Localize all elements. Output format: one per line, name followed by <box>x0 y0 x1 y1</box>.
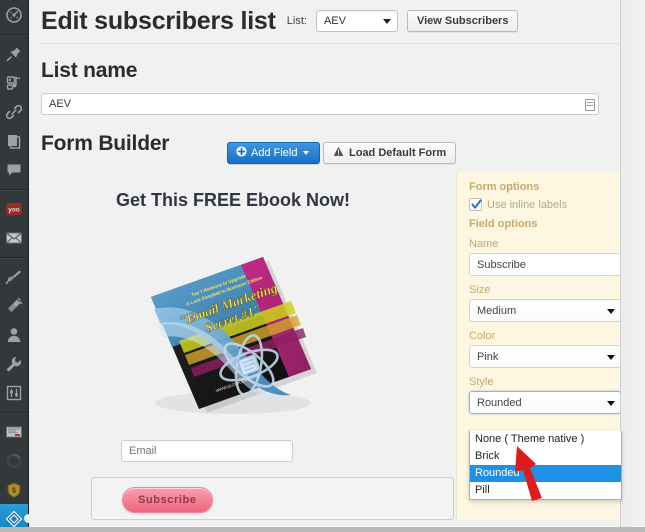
style-select-wrap: Rounded <box>469 391 621 414</box>
style-select[interactable]: Rounded <box>469 391 621 414</box>
inline-labels-row[interactable]: Use inline labels <box>469 198 621 211</box>
diamond-icon <box>5 510 23 528</box>
sidebar-item-loading[interactable] <box>0 446 28 475</box>
sidebar-separator-2 <box>0 184 28 194</box>
sidebar-item-shield[interactable]: $ <box>0 475 28 504</box>
sidebar-separator-3 <box>0 252 28 262</box>
size-select[interactable]: Medium <box>469 299 621 322</box>
sidebar-item-posts[interactable] <box>0 39 28 68</box>
sidebar-item-yoo[interactable]: yoo <box>0 194 28 223</box>
resize-grip-icon[interactable] <box>585 99 595 111</box>
spinner-icon <box>5 452 23 470</box>
sidebar-separator-4 <box>0 407 28 417</box>
field-options-title: Field options <box>469 218 538 230</box>
list-name-input[interactable] <box>41 93 599 115</box>
page-header: Edit subscribers list List: AEV View Sub… <box>41 6 519 36</box>
sidebar-item-comments[interactable] <box>0 155 28 184</box>
link-icon <box>5 103 23 121</box>
name-label: Name <box>469 238 499 250</box>
shield-icon: $ <box>5 481 23 499</box>
form-builder-heading: Form Builder <box>41 132 170 155</box>
subscribe-button[interactable]: Subscribe <box>122 487 213 513</box>
sidebar-item-users[interactable] <box>0 320 28 349</box>
sidebar-item-dashboard[interactable] <box>0 0 28 29</box>
list-name-heading: List name <box>41 59 138 82</box>
sidebar-item-appearance[interactable] <box>0 262 28 291</box>
add-field-label: Add Field <box>251 147 298 159</box>
size-select-wrap: Medium <box>469 299 621 322</box>
svg-text:$: $ <box>12 487 16 494</box>
header-divider <box>41 43 621 44</box>
field-name-input[interactable] <box>469 253 621 276</box>
view-subscribers-button[interactable]: View Subscribers <box>406 10 519 32</box>
list-select[interactable]: AEV <box>315 10 398 32</box>
subscribe-field-container[interactable]: Subscribe <box>91 477 454 520</box>
size-label: Size <box>469 284 491 296</box>
warning-triangle-icon <box>333 146 344 160</box>
paintbrush-icon <box>5 268 23 286</box>
inline-labels-label: Use inline labels <box>487 198 568 211</box>
sidebar-item-media[interactable] <box>0 68 28 97</box>
color-select[interactable]: Pink <box>469 345 621 368</box>
pages-icon <box>5 132 23 150</box>
envelope-icon <box>5 229 23 247</box>
chevron-down-icon <box>607 308 615 314</box>
style-option-none[interactable]: None ( Theme native ) <box>470 431 621 448</box>
sidebar-item-plugins[interactable] <box>0 291 28 320</box>
sidebar-item-pages[interactable] <box>0 126 28 155</box>
email-input[interactable] <box>121 440 293 462</box>
load-default-form-button[interactable]: Load Default Form <box>323 142 457 164</box>
color-label: Color <box>469 330 496 342</box>
chevron-down-icon <box>607 400 615 406</box>
media-icon <box>5 74 23 92</box>
form-preview: Get This FREE Ebook Now! Top 7 Reasons t… <box>41 172 456 520</box>
comment-icon <box>5 161 23 179</box>
pin-icon <box>5 45 23 63</box>
browser-viewport: yoo $ Edit subscribers list List: AEV Vi… <box>0 0 645 532</box>
window-bottom-edge <box>0 527 645 532</box>
wp-admin-sidebar: yoo $ <box>0 0 33 532</box>
add-field-button[interactable]: Add Field <box>227 142 321 164</box>
yoo-icon: yoo <box>5 200 23 218</box>
svg-text:yoo: yoo <box>8 206 20 213</box>
style-option-pill[interactable]: Pill <box>470 482 621 499</box>
style-option-rounded[interactable]: Rounded <box>470 465 621 482</box>
chevron-down-icon <box>607 354 615 360</box>
admin-content-area: Edit subscribers list List: AEV View Sub… <box>29 0 633 532</box>
plus-circle-icon <box>236 146 247 160</box>
wrench-icon <box>5 355 23 373</box>
banner-icon <box>5 423 23 441</box>
dashboard-icon <box>5 6 23 24</box>
caret-down-icon <box>303 151 310 155</box>
style-dropdown-list[interactable]: None ( Theme native ) Brick Rounded Pill <box>469 431 622 500</box>
inline-labels-checkbox[interactable] <box>469 198 482 211</box>
style-label: Style <box>469 376 494 388</box>
form-options-panel: Form options Use inline labels Field opt… <box>456 172 633 520</box>
sidebar-item-tools[interactable] <box>0 349 28 378</box>
load-default-form-label: Load Default Form <box>349 147 447 159</box>
sliders-icon <box>5 384 23 402</box>
page-title: Edit subscribers list <box>41 7 276 35</box>
preview-headline: Get This FREE Ebook Now! <box>116 190 351 210</box>
form-options-title: Form options <box>469 181 540 193</box>
ebook-cover-image: Top 7 Reasons to Upgrade G Lock EasyMail… <box>121 237 336 422</box>
style-option-brick[interactable]: Brick <box>470 448 621 465</box>
list-select-wrap: AEV <box>315 10 398 32</box>
list-select-label: List: <box>286 15 307 27</box>
sidebar-separator-1 <box>0 29 28 39</box>
sidebar-item-ads[interactable] <box>0 417 28 446</box>
plug-icon <box>5 297 23 315</box>
sidebar-item-settings[interactable] <box>0 378 28 407</box>
sidebar-item-mail[interactable] <box>0 223 28 252</box>
sidebar-item-links[interactable] <box>0 97 28 126</box>
user-icon <box>5 326 23 344</box>
color-select-wrap: Pink <box>469 345 621 368</box>
